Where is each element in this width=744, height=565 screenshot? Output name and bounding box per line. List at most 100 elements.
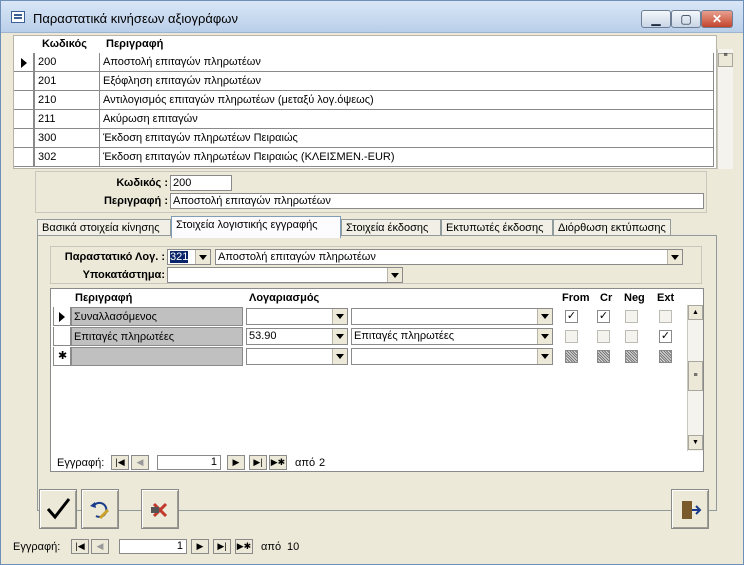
account-code-select[interactable]: 53.90 (246, 328, 348, 345)
grid-scrollbar[interactable]: ▲ ≡ ▼ (687, 305, 703, 451)
row-code[interactable]: 200 (34, 53, 100, 72)
tab-accounting-entry[interactable]: Στοιχεία λογιστικής εγγραφής (171, 216, 341, 238)
chevron-down-icon[interactable] (332, 329, 347, 344)
grid-description-new[interactable] (71, 347, 243, 366)
delete-button[interactable] (141, 489, 179, 529)
document-label: Παραστατικό Λογ. : (64, 251, 165, 263)
grid-description[interactable]: Συναλλασόμενος (71, 307, 243, 326)
minimize-button[interactable]: ▁ (641, 10, 671, 28)
cr-checkbox-new[interactable] (597, 350, 610, 363)
record-selector[interactable] (14, 148, 34, 167)
list-scrollbar[interactable]: ≡ (717, 49, 733, 169)
document-code-value: 321 (170, 251, 189, 263)
document-description-select[interactable]: Αποστολή επιταγών πληρωτέων (215, 249, 683, 265)
list-row[interactable]: 302 Έκδοση επιταγών πληρωτέων Πειραιώς (… (14, 148, 716, 167)
list-row[interactable]: 200 Αποστολή επιταγών πληρωτέων (14, 53, 716, 72)
last-record-icon[interactable]: ▶| (249, 455, 267, 470)
previous-record-icon[interactable]: ◀ (91, 539, 109, 554)
chevron-down-icon[interactable] (537, 349, 552, 364)
record-selector-icon[interactable] (53, 307, 71, 326)
row-description[interactable]: Ακύρωση επιταγών (100, 110, 714, 129)
list-row[interactable]: 300 Έκδοση επιταγών πληρωτέων Πειραιώς (14, 129, 716, 148)
cr-checkbox[interactable] (597, 330, 610, 343)
delete-record-icon (151, 502, 168, 518)
from-checkbox[interactable] (565, 330, 578, 343)
column-header-code: Κωδικός (42, 38, 87, 50)
code-label: Κωδικός : (116, 177, 168, 189)
account-description-select[interactable] (351, 308, 553, 325)
chevron-down-icon[interactable] (387, 268, 402, 282)
account-description-select-new[interactable] (351, 348, 553, 365)
grid-record-number-input[interactable]: 1 (157, 455, 221, 470)
ext-checkbox[interactable] (659, 310, 672, 323)
chevron-down-icon[interactable] (537, 329, 552, 344)
grid-row[interactable]: Επιταγές πληρωτέες 53.90 Επιταγές πληρωτ… (51, 327, 691, 347)
record-selector[interactable] (14, 110, 34, 129)
scroll-up-icon[interactable]: ▲ (688, 305, 703, 320)
chevron-down-icon[interactable] (537, 309, 552, 324)
grid-new-row[interactable] (51, 347, 691, 367)
record-selector[interactable] (14, 72, 34, 91)
row-code[interactable]: 210 (34, 91, 100, 110)
record-selector-icon[interactable] (14, 53, 34, 72)
row-description[interactable]: Έκδοση επιταγών πληρωτέων Πειραιώς (100, 129, 714, 148)
new-record-nav-icon[interactable]: ▶✱ (235, 539, 253, 554)
exit-button[interactable] (671, 489, 709, 529)
from-checkbox-new[interactable] (565, 350, 578, 363)
row-code[interactable]: 211 (34, 110, 100, 129)
ext-checkbox-new[interactable] (659, 350, 672, 363)
title-bar[interactable]: Παραστατικά κινήσεων αξιογράφων ▁ ▢ ✕ (1, 1, 743, 33)
next-record-icon[interactable]: ▶ (227, 455, 245, 470)
document-code-select[interactable]: 321 (167, 249, 211, 265)
save-checkmark-button[interactable] (39, 489, 77, 529)
account-code-select[interactable] (246, 308, 348, 325)
grid-row[interactable]: Συναλλασόμενος ✓ ✓ (51, 307, 691, 327)
list-row[interactable]: 210 Αντιλογισμός επιταγών πληρωτέων (μετ… (14, 91, 716, 110)
ext-checkbox[interactable]: ✓ (659, 330, 672, 343)
from-checkbox[interactable]: ✓ (565, 310, 578, 323)
account-code-select-new[interactable] (246, 348, 348, 365)
row-description[interactable]: Αποστολή επιταγών πληρωτέων (100, 53, 714, 72)
list-row[interactable]: 211 Ακύρωση επιταγών (14, 110, 716, 129)
form-icon (11, 11, 25, 23)
scroll-thumb[interactable]: ≡ (688, 361, 703, 391)
list-row[interactable]: 201 Εξόφληση επιταγών πληρωτέων (14, 72, 716, 91)
new-record-icon[interactable] (53, 347, 71, 366)
detail-panel: Κωδικός : 200 Περιγραφή : Αποστολή επιτα… (35, 171, 707, 213)
cr-checkbox[interactable]: ✓ (597, 310, 610, 323)
scroll-down-icon[interactable]: ▼ (688, 435, 703, 450)
undo-button[interactable] (81, 489, 119, 529)
neg-checkbox[interactable] (625, 330, 638, 343)
record-selector[interactable] (53, 327, 71, 346)
row-description[interactable]: Έκδοση επιταγών πληρωτέων Πειραιώς (ΚΛΕΙ… (100, 148, 714, 167)
first-record-icon[interactable]: |◀ (71, 539, 89, 554)
row-description[interactable]: Εξόφληση επιταγών πληρωτέων (100, 72, 714, 91)
previous-record-icon[interactable]: ◀ (131, 455, 149, 470)
chevron-down-icon[interactable] (332, 349, 347, 364)
last-record-icon[interactable]: ▶| (213, 539, 231, 554)
row-code[interactable]: 300 (34, 129, 100, 148)
scroll-thumb[interactable]: ≡ (718, 52, 733, 67)
row-description[interactable]: Αντιλογισμός επιταγών πληρωτέων (μεταξύ … (100, 91, 714, 110)
neg-checkbox-new[interactable] (625, 350, 638, 363)
chevron-down-icon[interactable] (332, 309, 347, 324)
account-description-select[interactable]: Επιταγές πληρωτέες (351, 328, 553, 345)
branch-select[interactable] (167, 267, 403, 283)
record-selector[interactable] (14, 91, 34, 110)
close-button[interactable]: ✕ (701, 10, 733, 28)
row-code[interactable]: 201 (34, 72, 100, 91)
record-selector[interactable] (14, 129, 34, 148)
chevron-down-icon[interactable] (195, 250, 210, 264)
code-field[interactable]: 200 (170, 175, 232, 191)
first-record-icon[interactable]: |◀ (111, 455, 129, 470)
next-record-icon[interactable]: ▶ (191, 539, 209, 554)
neg-checkbox[interactable] (625, 310, 638, 323)
nav-label: Εγγραφή: (13, 541, 61, 553)
maximize-button[interactable]: ▢ (671, 10, 701, 28)
record-number-input[interactable]: 1 (119, 539, 187, 554)
description-field[interactable]: Αποστολή επιταγών πληρωτέων (170, 193, 704, 209)
grid-description[interactable]: Επιταγές πληρωτέες (71, 327, 243, 346)
row-code[interactable]: 302 (34, 148, 100, 167)
chevron-down-icon[interactable] (667, 250, 682, 264)
new-record-nav-icon[interactable]: ▶✱ (269, 455, 287, 470)
